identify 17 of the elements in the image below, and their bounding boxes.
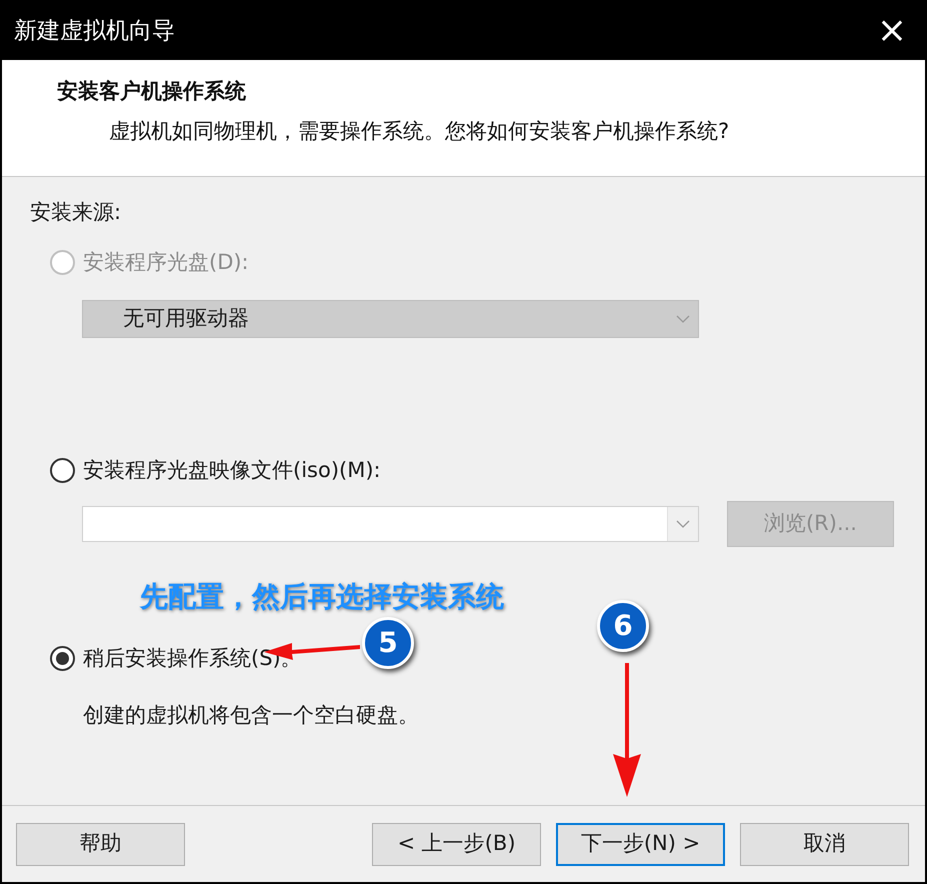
annotation-note: 先配置，然后再选择安装系统 [140,579,504,615]
window-title: 新建虚拟机向导 [14,16,175,46]
dialog-button[interactable]: 帮助 [16,822,185,866]
chevron-down-icon [676,315,690,323]
close-button[interactable]: × [876,13,907,49]
dialog-button[interactable]: 下一步(N) > [556,822,725,866]
chevron-down-icon [676,520,690,528]
iso-path-field[interactable] [82,506,699,542]
radio-label: 安装程序光盘(D): [83,248,249,276]
radio-label: 安装程序光盘映像文件(iso)(M): [83,457,381,484]
dialog-button[interactable]: 取消 [740,822,909,866]
dialog-button[interactable]: < 上一步(B) [372,822,541,866]
radio-button[interactable] [50,646,75,671]
radio-button[interactable] [50,458,75,484]
option-description: 创建的虚拟机将包含一个空白硬盘。 [83,702,420,729]
section-label: 安装来源: [30,199,122,226]
header-panel: 安装客户机操作系统 虚拟机如同物理机，需要操作系统。您将如何安装客户机操作系统? [2,60,925,177]
